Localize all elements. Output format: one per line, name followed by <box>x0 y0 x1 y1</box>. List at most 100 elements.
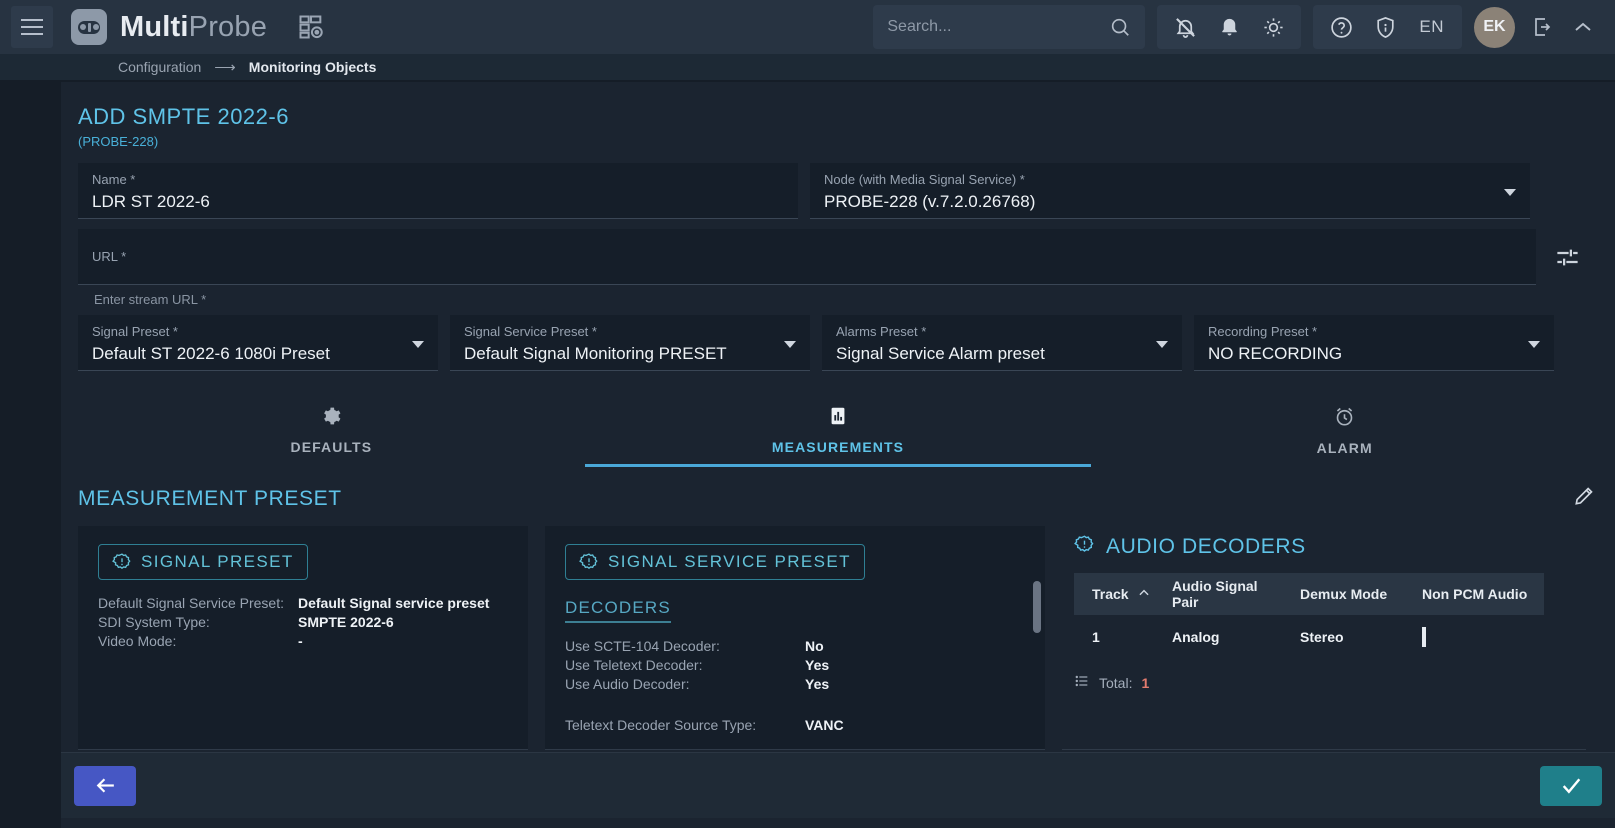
breadcrumb: Configuration ⟶ Monitoring Objects <box>0 54 1615 80</box>
column-header-demux-mode[interactable]: Demux Mode <box>1292 586 1414 602</box>
url-field[interactable]: URL * <box>78 229 1536 285</box>
measurement-preset-title: MEASUREMENT PRESET <box>78 486 342 510</box>
kv-key: Use SCTE-104 Decoder: <box>565 638 720 654</box>
chevron-down-icon[interactable] <box>412 341 424 348</box>
form-row-1: Name * LDR ST 2022-6 Node (with Media Si… <box>61 163 1615 219</box>
cell-non-pcm-audio <box>1414 627 1544 647</box>
signal-preset-badge[interactable]: SIGNAL PRESET <box>98 544 308 580</box>
audio-decoders-title: AUDIO DECODERS <box>1106 535 1306 558</box>
tab-alarm[interactable]: ALARM <box>1091 393 1598 467</box>
dashboard-grid-icon[interactable] <box>297 13 325 41</box>
search-icon <box>1112 18 1130 36</box>
signal-service-preset-badge-label: SIGNAL SERVICE PRESET <box>608 552 851 571</box>
confirm-button[interactable] <box>1540 765 1602 806</box>
signal-service-preset-select[interactable]: Signal Service Preset * Default Signal M… <box>450 315 810 371</box>
kv-key: Teletext Decoder Source Type: <box>565 717 757 733</box>
name-field-label: Name * <box>92 172 136 187</box>
url-row: URL * <box>61 229 1615 285</box>
search-input[interactable]: Search... <box>873 5 1146 49</box>
kv-row: Use Audio Decoder: Yes <box>565 675 1025 694</box>
collapse-up-icon[interactable] <box>1563 7 1603 47</box>
breadcrumb-current: Monitoring Objects <box>248 59 377 75</box>
page-header: ADD SMPTE 2022-6 (PROBE-228) <box>61 82 1615 149</box>
kv-key: SDI System Type: <box>98 614 210 630</box>
info-burst-icon <box>1074 534 1095 560</box>
pencil-edit-icon[interactable] <box>1573 485 1595 512</box>
signal-preset-kv-list: Default Signal Service Preset: Default S… <box>98 594 508 651</box>
alarms-preset-select[interactable]: Alarms Preset * Signal Service Alarm pre… <box>822 315 1182 371</box>
breadcrumb-parent[interactable]: Configuration <box>118 59 201 75</box>
bell-muted-icon[interactable] <box>1163 5 1207 49</box>
signal-preset-badge-label: SIGNAL PRESET <box>141 552 294 571</box>
recording-preset-select[interactable]: Recording Preset * NO RECORDING <box>1194 315 1554 371</box>
signal-service-preset-label: Signal Service Preset * <box>464 324 597 339</box>
node-select[interactable]: Node (with Media Signal Service) * PROBE… <box>810 163 1530 219</box>
logout-icon[interactable] <box>1523 7 1563 47</box>
column-header-non-pcm-audio[interactable]: Non PCM Audio <box>1414 586 1544 602</box>
kv-value: SMPTE 2022-6 <box>298 614 394 630</box>
column-header-track[interactable]: Track <box>1074 586 1164 603</box>
cell-audio-signal-pair: Analog <box>1172 629 1220 645</box>
avatar[interactable]: EK <box>1474 6 1515 48</box>
kv-row: SDI System Type: SMPTE 2022-6 <box>98 613 508 632</box>
shield-info-icon[interactable] <box>1363 5 1407 49</box>
chevron-down-icon[interactable] <box>784 341 796 348</box>
cell-track: 1 <box>1092 629 1100 645</box>
kv-row: Teletext Decoder Source Type: VANC <box>565 716 1025 735</box>
signal-service-preset-panel: SIGNAL SERVICE PRESET DECODERS Use SCTE-… <box>545 526 1045 750</box>
chevron-down-icon[interactable] <box>1156 341 1168 348</box>
brightness-icon[interactable] <box>1251 5 1295 49</box>
name-field-value: LDR ST 2022-6 <box>92 192 210 211</box>
alarms-preset-value: Signal Service Alarm preset <box>836 344 1045 363</box>
notification-group <box>1157 5 1302 49</box>
kv-value: Yes <box>805 676 830 692</box>
tab-measurements-label: MEASUREMENTS <box>771 439 905 455</box>
non-pcm-audio-checkbox[interactable] <box>1422 627 1426 647</box>
recording-preset-label: Recording Preset * <box>1208 324 1318 339</box>
chevron-down-icon[interactable] <box>1504 189 1516 196</box>
kv-key: Default Signal Service Preset: <box>98 595 284 611</box>
tab-measurements[interactable]: MEASUREMENTS <box>584 393 1092 467</box>
url-field-label: URL * <box>92 249 127 264</box>
info-burst-icon <box>579 553 598 569</box>
bell-icon[interactable] <box>1207 5 1251 49</box>
kv-key: Video Mode: <box>98 633 177 649</box>
list-icon <box>1074 673 1090 692</box>
column-header-audio-signal-pair[interactable]: Audio Signal Pair <box>1164 578 1292 610</box>
back-button[interactable] <box>74 765 136 806</box>
help-circle-icon[interactable] <box>1319 5 1363 49</box>
table-row[interactable]: 1 Analog Stereo <box>1074 615 1544 659</box>
gear-icon <box>320 405 342 432</box>
chevron-down-icon[interactable] <box>1528 341 1540 348</box>
node-select-value: PROBE-228 (v.7.2.0.26768) <box>824 192 1036 211</box>
cell-demux-mode: Stereo <box>1300 629 1344 645</box>
tab-alarm-label: ALARM <box>1316 439 1373 456</box>
app-logo[interactable]: MultiProbe <box>71 9 267 45</box>
kv-key: Use Teletext Decoder: <box>565 657 703 673</box>
app-title: MultiProbe <box>120 11 267 44</box>
column-header-audio-signal-pair-label: Audio Signal Pair <box>1172 578 1258 610</box>
language-selector[interactable]: EN <box>1407 17 1456 37</box>
audio-decoders-panel: AUDIO DECODERS Track Audio Signal Pair D… <box>1062 526 1586 750</box>
hamburger-icon[interactable] <box>11 6 53 48</box>
signal-service-preset-badge[interactable]: SIGNAL SERVICE PRESET <box>565 544 865 580</box>
search-placeholder: Search... <box>887 18 952 35</box>
table-total-value: 1 <box>1141 674 1150 691</box>
column-header-demux-mode-label: Demux Mode <box>1300 586 1388 602</box>
kv-key: Use Audio Decoder: <box>565 676 690 692</box>
tab-defaults[interactable]: DEFAULTS <box>78 393 585 467</box>
alarms-preset-label: Alarms Preset * <box>836 324 927 339</box>
panel-scrollbar[interactable] <box>1033 581 1041 633</box>
page-title: ADD SMPTE 2022-6 <box>78 104 289 129</box>
bar-chart-icon <box>827 405 849 432</box>
app-title-light: Probe <box>188 10 268 43</box>
name-field[interactable]: Name * LDR ST 2022-6 <box>78 163 798 219</box>
url-settings-icon[interactable] <box>1536 229 1598 285</box>
kv-value: Default Signal service preset <box>298 595 490 611</box>
measurement-preset-bar: MEASUREMENT PRESET <box>61 467 1615 512</box>
multiprobe-logo-icon <box>71 9 107 45</box>
column-header-track-label: Track <box>1092 586 1129 602</box>
signal-preset-value: Default ST 2022-6 1080i Preset <box>92 344 330 363</box>
table-header-row: Track Audio Signal Pair Demux Mode Non P… <box>1074 573 1544 615</box>
signal-preset-select[interactable]: Signal Preset * Default ST 2022-6 1080i … <box>78 315 438 371</box>
